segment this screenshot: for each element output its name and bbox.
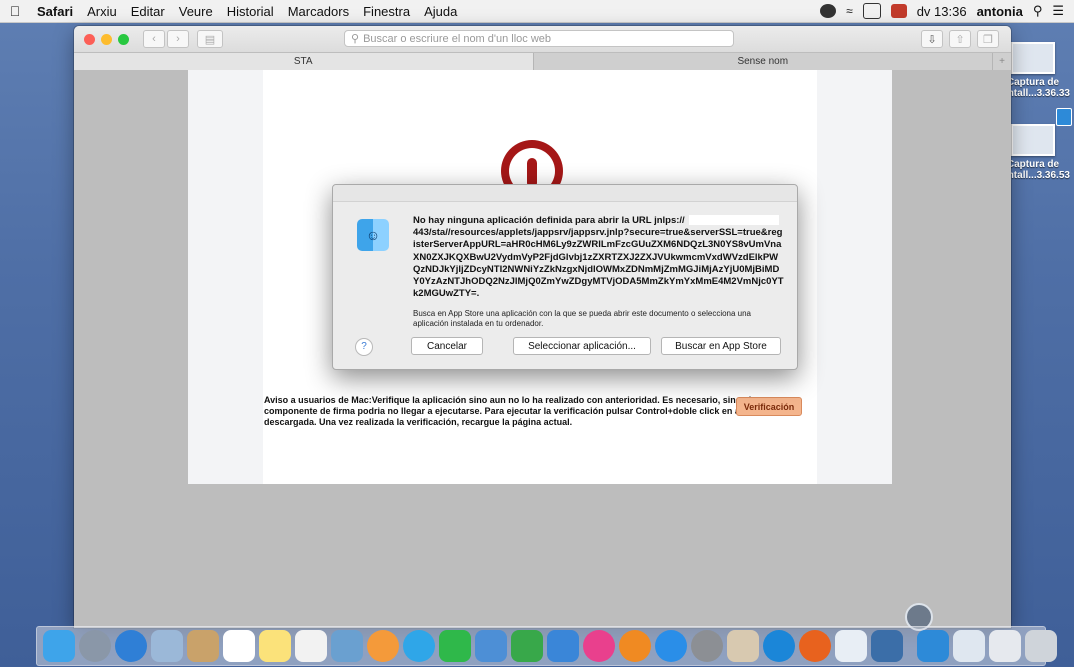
menu-arxiu[interactable]: Arxiu bbox=[80, 4, 124, 19]
help-button[interactable]: ? bbox=[355, 338, 373, 356]
dialog-url: 443/sta//resources/applets/jappsrv/japps… bbox=[413, 227, 784, 300]
word-icon[interactable] bbox=[871, 630, 903, 662]
page-left-column bbox=[188, 70, 263, 484]
image-capture-icon[interactable] bbox=[331, 630, 363, 662]
apple-icon[interactable]:  bbox=[0, 3, 30, 19]
choose-application-button[interactable]: Seleccionar aplicación... bbox=[513, 337, 651, 355]
status-tray: ≈ dv 13:36 antonia ⚲ ☰ bbox=[820, 3, 1074, 19]
page-right-column bbox=[817, 70, 892, 484]
menu-finestra[interactable]: Finestra bbox=[356, 4, 417, 19]
tab-bar: STA Sense nom + bbox=[74, 52, 1011, 72]
downloads-stack-icon[interactable] bbox=[953, 630, 985, 662]
facetime-icon[interactable] bbox=[439, 630, 471, 662]
keynote-icon[interactable] bbox=[547, 630, 579, 662]
zoom-window-button[interactable] bbox=[118, 33, 129, 45]
sidebar-toggle-icon[interactable]: ▤ bbox=[197, 30, 223, 48]
firefox-icon[interactable] bbox=[799, 630, 831, 662]
trash-icon[interactable] bbox=[1025, 630, 1057, 662]
photos-icon[interactable] bbox=[367, 630, 399, 662]
calendar-icon[interactable] bbox=[223, 630, 255, 662]
dialog-subtext: Busca en App Store una aplicación con la… bbox=[413, 309, 752, 328]
launchpad-icon[interactable] bbox=[79, 630, 111, 662]
menu-ajuda[interactable]: Ajuda bbox=[417, 4, 464, 19]
dialog-message: No hay ninguna aplicación definida para … bbox=[413, 215, 785, 300]
open-url-dialog: ☺ No hay ninguna aplicación definida par… bbox=[332, 184, 798, 370]
dialog-heading: No hay ninguna aplicación definida para … bbox=[413, 215, 685, 226]
wifi-icon[interactable]: ≈ bbox=[846, 4, 853, 18]
search-app-store-button[interactable]: Buscar en App Store bbox=[661, 337, 781, 355]
keychain-access-icon[interactable] bbox=[727, 630, 759, 662]
notification-center-icon[interactable]: ☰ bbox=[1052, 3, 1064, 19]
share-icon[interactable]: ⇧ bbox=[949, 30, 971, 48]
minimize-window-button[interactable] bbox=[101, 33, 112, 45]
contacts-icon[interactable] bbox=[187, 630, 219, 662]
app-store-icon[interactable] bbox=[655, 630, 687, 662]
pages-icon[interactable] bbox=[475, 630, 507, 662]
menu-app-safari[interactable]: Safari bbox=[30, 4, 80, 19]
messages-icon[interactable] bbox=[403, 630, 435, 662]
system-preferences-icon[interactable] bbox=[691, 630, 723, 662]
address-placeholder: Buscar o escriure el nom d'un lloc web bbox=[363, 32, 552, 45]
dock bbox=[36, 626, 1057, 666]
redacted-host bbox=[688, 215, 779, 226]
menu-historial[interactable]: Historial bbox=[220, 4, 281, 19]
finder-icon: ☺ bbox=[357, 219, 389, 251]
search-icon: ⚲ bbox=[351, 33, 360, 45]
nav-buttons: ‹ › bbox=[143, 30, 189, 48]
tabs-overview-icon[interactable]: ❐ bbox=[977, 30, 999, 48]
notes-icon[interactable] bbox=[259, 630, 291, 662]
menu-veure[interactable]: Veure bbox=[172, 4, 220, 19]
teamviewer-window-icon[interactable] bbox=[917, 630, 949, 662]
tab-sense-nom[interactable]: Sense nom bbox=[534, 53, 993, 71]
spotlight-search-icon[interactable]: ⚲ bbox=[1033, 3, 1043, 19]
finder-dock-icon[interactable] bbox=[43, 630, 75, 662]
dialog-titlebar bbox=[333, 185, 797, 202]
tab-sta[interactable]: STA bbox=[74, 53, 534, 71]
download-icon[interactable]: ⇩ bbox=[921, 30, 943, 48]
java-icon[interactable] bbox=[835, 630, 867, 662]
reminders-icon[interactable] bbox=[295, 630, 327, 662]
menu-clock[interactable]: dv 13:36 bbox=[917, 4, 967, 19]
numbers-icon[interactable] bbox=[511, 630, 543, 662]
battery-icon[interactable] bbox=[862, 3, 881, 19]
preview-icon[interactable] bbox=[151, 630, 183, 662]
window-controls bbox=[84, 33, 129, 45]
itunes-icon[interactable] bbox=[583, 630, 615, 662]
address-bar[interactable]: ⚲ Buscar o escriure el nom d'un lloc web bbox=[344, 30, 734, 47]
browser-toolbar: ‹ › ▤ ⚲ Buscar o escriure el nom d'un ll… bbox=[74, 26, 1011, 52]
close-window-button[interactable] bbox=[84, 33, 95, 45]
safari-icon[interactable] bbox=[115, 630, 147, 662]
menu-bar:  Safari Arxiu Editar Veure Historial Ma… bbox=[0, 0, 1074, 23]
screenshot-thumbnail-icon bbox=[1011, 124, 1055, 156]
mac-notice-text: Aviso a usuarios de Mac:Verifique la apl… bbox=[264, 395, 779, 427]
menu-marcadors[interactable]: Marcadors bbox=[281, 4, 356, 19]
teamviewer-panel-icon[interactable] bbox=[1056, 108, 1072, 126]
verification-button[interactable]: Verificación bbox=[736, 397, 802, 416]
ibooks-icon[interactable] bbox=[619, 630, 651, 662]
toolbar-right-buttons: ⇩ ⇧ ❐ bbox=[921, 30, 999, 48]
screenshot-thumbnail-icon bbox=[1011, 42, 1055, 74]
menu-user[interactable]: antonia bbox=[977, 4, 1023, 19]
cancel-button[interactable]: Cancelar bbox=[411, 337, 483, 355]
new-tab-button[interactable]: + bbox=[993, 53, 1011, 71]
menu-editar[interactable]: Editar bbox=[124, 4, 172, 19]
creative-cloud-icon[interactable] bbox=[820, 4, 837, 18]
language-flag-icon[interactable] bbox=[890, 4, 907, 18]
back-button[interactable]: ‹ bbox=[143, 30, 165, 48]
documents-stack-icon[interactable] bbox=[989, 630, 1021, 662]
teamviewer-icon[interactable] bbox=[763, 630, 795, 662]
forward-button[interactable]: › bbox=[167, 30, 189, 48]
